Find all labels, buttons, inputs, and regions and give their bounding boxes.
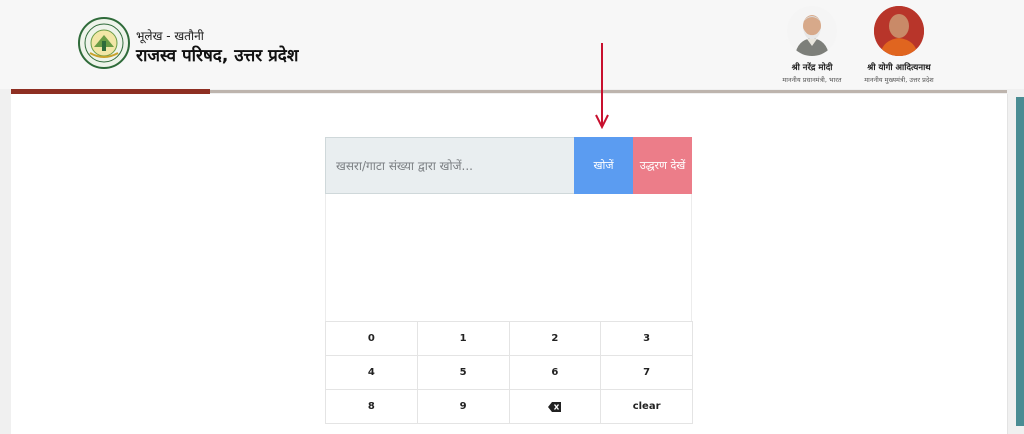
leader-name-cm: श्री योगी आदित्यनाथ: [867, 63, 931, 73]
keypad-key-6[interactable]: 6: [509, 356, 602, 390]
view-example-button[interactable]: उद्धरण देखें: [633, 137, 692, 194]
person-portrait-icon: [874, 6, 924, 56]
keypad-key-9[interactable]: 9: [417, 390, 510, 424]
leader-card-pm: श्री नरेंद्र मोदी माननीय प्रधानमंत्री, भ…: [766, 6, 858, 84]
seal-logo: [78, 17, 130, 69]
keypad-key-3[interactable]: 3: [601, 322, 693, 356]
person-portrait-icon: [787, 6, 837, 56]
search-group: खोजें उद्धरण देखें: [325, 137, 692, 194]
keypad-backspace-key[interactable]: [509, 390, 602, 424]
keypad-key-4[interactable]: 4: [326, 356, 418, 390]
keypad-key-5[interactable]: 5: [417, 356, 510, 390]
leader-designation-cm: माननीय मुख्यमंत्री, उत्तर प्रदेश: [864, 76, 934, 84]
keypad-clear-key[interactable]: clear: [601, 390, 693, 424]
keypad-key-1[interactable]: 1: [417, 322, 510, 356]
leader-designation-pm: माननीय प्रधानमंत्री, भारत: [782, 76, 842, 84]
leader-card-cm: श्री योगी आदित्यनाथ माननीय मुख्यमंत्री, …: [853, 6, 945, 84]
page-side-bar: [1016, 97, 1024, 426]
numeric-keypad: 0 1 2 3 4 5 6 7 8 9 clear: [325, 321, 693, 424]
site-header: भूलेख - खतौनी राजस्व परिषद, उत्तर प्रदेश…: [0, 0, 1024, 89]
leader-name-pm: श्री नरेंद्र मोदी: [791, 63, 833, 73]
results-area: [325, 194, 692, 321]
annotation-arrow-icon: [595, 43, 609, 129]
keypad-key-0[interactable]: 0: [326, 322, 418, 356]
keypad-key-7[interactable]: 7: [601, 356, 693, 390]
leader-photo-pm: [787, 6, 837, 56]
site-subtitle: भूलेख - खतौनी: [136, 29, 204, 43]
backspace-icon: [548, 401, 562, 412]
keypad-key-2[interactable]: 2: [509, 322, 602, 356]
keypad-key-8[interactable]: 8: [326, 390, 418, 424]
site-title: राजस्व परिषद, उत्तर प्रदेश: [136, 46, 299, 66]
leader-photo-cm: [874, 6, 924, 56]
search-button[interactable]: खोजें: [574, 137, 633, 194]
khasra-search-input[interactable]: [325, 137, 574, 194]
